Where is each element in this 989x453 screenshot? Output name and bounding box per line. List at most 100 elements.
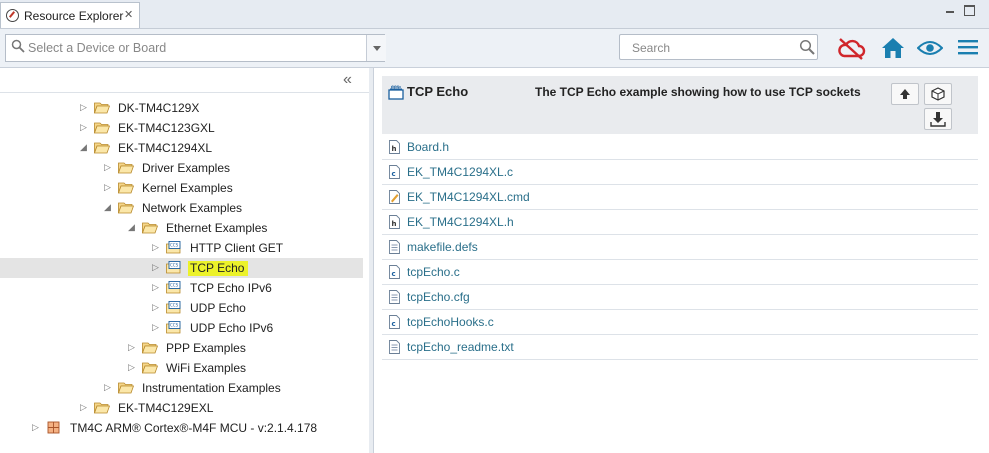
collapse-arrow-icon[interactable]: ◢ xyxy=(104,202,114,212)
tree-item[interactable]: ▷ CCS TCP Echo xyxy=(0,258,363,278)
folder-icon xyxy=(93,401,111,414)
tree-item[interactable]: ▷ EK-TM4C123GXL xyxy=(0,118,363,138)
file-row[interactable]: tcpEcho.cfg xyxy=(382,285,978,310)
device-selector[interactable]: Select a Device or Board xyxy=(5,34,386,62)
tree-item[interactable]: ▷ CCS UDP Echo xyxy=(0,298,363,318)
folder-icon xyxy=(141,361,159,374)
ccs-project-icon: CCS xyxy=(166,321,182,334)
tree-item[interactable]: ◢ EK-TM4C1294XL xyxy=(0,138,363,158)
tree-item[interactable]: ▷ CCS HTTP Client GET xyxy=(0,238,363,258)
file-link[interactable]: EK_TM4C1294XL.h xyxy=(407,215,514,229)
expand-arrow-icon[interactable]: ▷ xyxy=(128,362,138,372)
folder-icon xyxy=(93,101,111,114)
cloud-offline-icon[interactable] xyxy=(836,37,866,61)
search-input[interactable]: Search xyxy=(619,34,818,60)
svg-text:CCS: CCS xyxy=(170,303,179,308)
tree-item-label: TCP Echo IPv6 xyxy=(190,281,272,295)
collapse-panel-icon[interactable]: « xyxy=(343,71,352,89)
file-row[interactable]: c tcpEchoHooks.c xyxy=(382,310,978,335)
tree-item-label: Kernel Examples xyxy=(142,181,233,195)
expand-arrow-icon[interactable]: ▷ xyxy=(80,122,90,132)
up-button[interactable] xyxy=(891,83,919,105)
file-link[interactable]: tcpEcho.cfg xyxy=(407,290,470,304)
tree-item-label: HTTP Client GET xyxy=(190,241,284,255)
tree-item[interactable]: ▷ EK-TM4C129EXL xyxy=(0,398,363,418)
file-row[interactable]: EK_TM4C1294XL.cmd xyxy=(382,185,978,210)
file-link[interactable]: tcpEchoHooks.c xyxy=(407,315,494,329)
ccs-project-icon: CCS xyxy=(166,261,182,274)
detail-header: CCS TCP Echo The TCP Echo example showin… xyxy=(382,76,978,134)
expand-arrow-icon[interactable]: ▷ xyxy=(152,242,162,252)
expand-arrow-icon[interactable]: ▷ xyxy=(152,322,162,332)
file-row[interactable]: h EK_TM4C1294XL.h xyxy=(382,210,978,235)
expand-arrow-icon[interactable]: ▷ xyxy=(80,102,90,112)
file-row[interactable]: makefile.defs xyxy=(382,235,978,260)
eye-icon[interactable] xyxy=(917,40,943,56)
expand-arrow-icon[interactable]: ▷ xyxy=(80,402,90,412)
expand-arrow-icon[interactable]: ▷ xyxy=(104,382,114,392)
tree-item[interactable]: ▷ Kernel Examples xyxy=(0,178,363,198)
tree-item-label: Ethernet Examples xyxy=(166,221,268,235)
close-icon[interactable]: ✕ xyxy=(124,8,133,21)
tree-item[interactable]: ▷ WiFi Examples xyxy=(0,358,363,378)
search-icon xyxy=(11,39,25,53)
file-link[interactable]: tcpEcho.c xyxy=(407,265,460,279)
folder-icon xyxy=(117,381,135,394)
tab-label: Resource Explorer xyxy=(24,9,124,23)
file-row[interactable]: c EK_TM4C1294XL.c xyxy=(382,160,978,185)
file-link[interactable]: makefile.defs xyxy=(407,240,478,254)
tree-item-label: TM4C ARM® Cortex®-M4F MCU - v:2.1.4.178 xyxy=(70,421,318,435)
expand-arrow-icon[interactable]: ▷ xyxy=(104,162,114,172)
import-icon xyxy=(931,87,945,101)
tree-item[interactable]: ▷ PPP Examples xyxy=(0,338,363,358)
expand-arrow-icon[interactable]: ▷ xyxy=(152,302,162,312)
tree-item-label: PPP Examples xyxy=(166,341,246,355)
tree-item[interactable]: ▷ TM4C ARM® Cortex®-M4F MCU - v:2.1.4.178 xyxy=(0,418,363,438)
file-link[interactable]: Board.h xyxy=(407,140,449,154)
tree-item[interactable]: ▷ CCS UDP Echo IPv6 xyxy=(0,318,363,338)
file-link[interactable]: EK_TM4C1294XL.c xyxy=(407,165,513,179)
expand-arrow-icon[interactable]: ▷ xyxy=(32,422,42,432)
file-link[interactable]: EK_TM4C1294XL.cmd xyxy=(407,190,530,204)
file-row[interactable]: tcpEcho_readme.txt xyxy=(382,335,978,360)
detail-title: TCP Echo xyxy=(407,84,469,99)
expand-arrow-icon[interactable]: ▷ xyxy=(104,182,114,192)
tree-item-label: EK-TM4C123GXL xyxy=(118,121,215,135)
tree-item[interactable]: ▷ Instrumentation Examples xyxy=(0,378,363,398)
collapse-arrow-icon[interactable]: ◢ xyxy=(128,222,138,232)
file-row[interactable]: h Board.h xyxy=(382,135,978,160)
search-placeholder: Search xyxy=(632,41,671,55)
tree-item[interactable]: ▷ CCS TCP Echo IPv6 xyxy=(0,278,363,298)
tree-item-label: WiFi Examples xyxy=(166,361,247,375)
menu-icon[interactable] xyxy=(958,39,978,55)
search-icon[interactable] xyxy=(799,39,815,55)
home-icon[interactable] xyxy=(881,37,905,59)
expand-arrow-icon[interactable]: ▷ xyxy=(128,342,138,352)
tree-item-label: UDP Echo IPv6 xyxy=(190,321,274,335)
expand-arrow-icon[interactable]: ▷ xyxy=(152,262,162,272)
file-row[interactable]: c tcpEcho.c xyxy=(382,260,978,285)
tree-item[interactable]: ▷ Driver Examples xyxy=(0,158,363,178)
import-button[interactable] xyxy=(924,83,952,105)
toolbar: Select a Device or Board Search xyxy=(0,29,989,68)
tree-item[interactable]: ◢ Ethernet Examples xyxy=(0,218,363,238)
text-file-icon xyxy=(389,340,400,354)
svg-text:c: c xyxy=(392,320,396,328)
tab-resource-explorer[interactable]: Resource Explorer ✕ xyxy=(0,2,140,28)
tree-item[interactable]: ▷ DK-TM4C129X xyxy=(0,98,363,118)
tab-bar: Resource Explorer ✕ xyxy=(0,0,989,29)
collapse-arrow-icon[interactable]: ◢ xyxy=(80,142,90,152)
dropdown-arrow-icon[interactable] xyxy=(366,35,386,61)
expand-arrow-icon[interactable]: ▷ xyxy=(152,282,162,292)
minimize-icon[interactable] xyxy=(944,5,956,17)
svg-text:c: c xyxy=(392,270,396,278)
package-icon xyxy=(46,421,62,434)
tree-item[interactable]: ◢ Network Examples xyxy=(0,198,363,218)
device-input[interactable]: Select a Device or Board xyxy=(28,41,166,55)
tree-item-label: UDP Echo xyxy=(190,301,246,315)
maximize-icon[interactable] xyxy=(964,5,975,16)
file-link[interactable]: tcpEcho_readme.txt xyxy=(407,340,514,354)
folder-icon xyxy=(93,121,111,134)
ccs-project-icon: CCS xyxy=(388,85,404,100)
download-button[interactable] xyxy=(924,108,952,130)
